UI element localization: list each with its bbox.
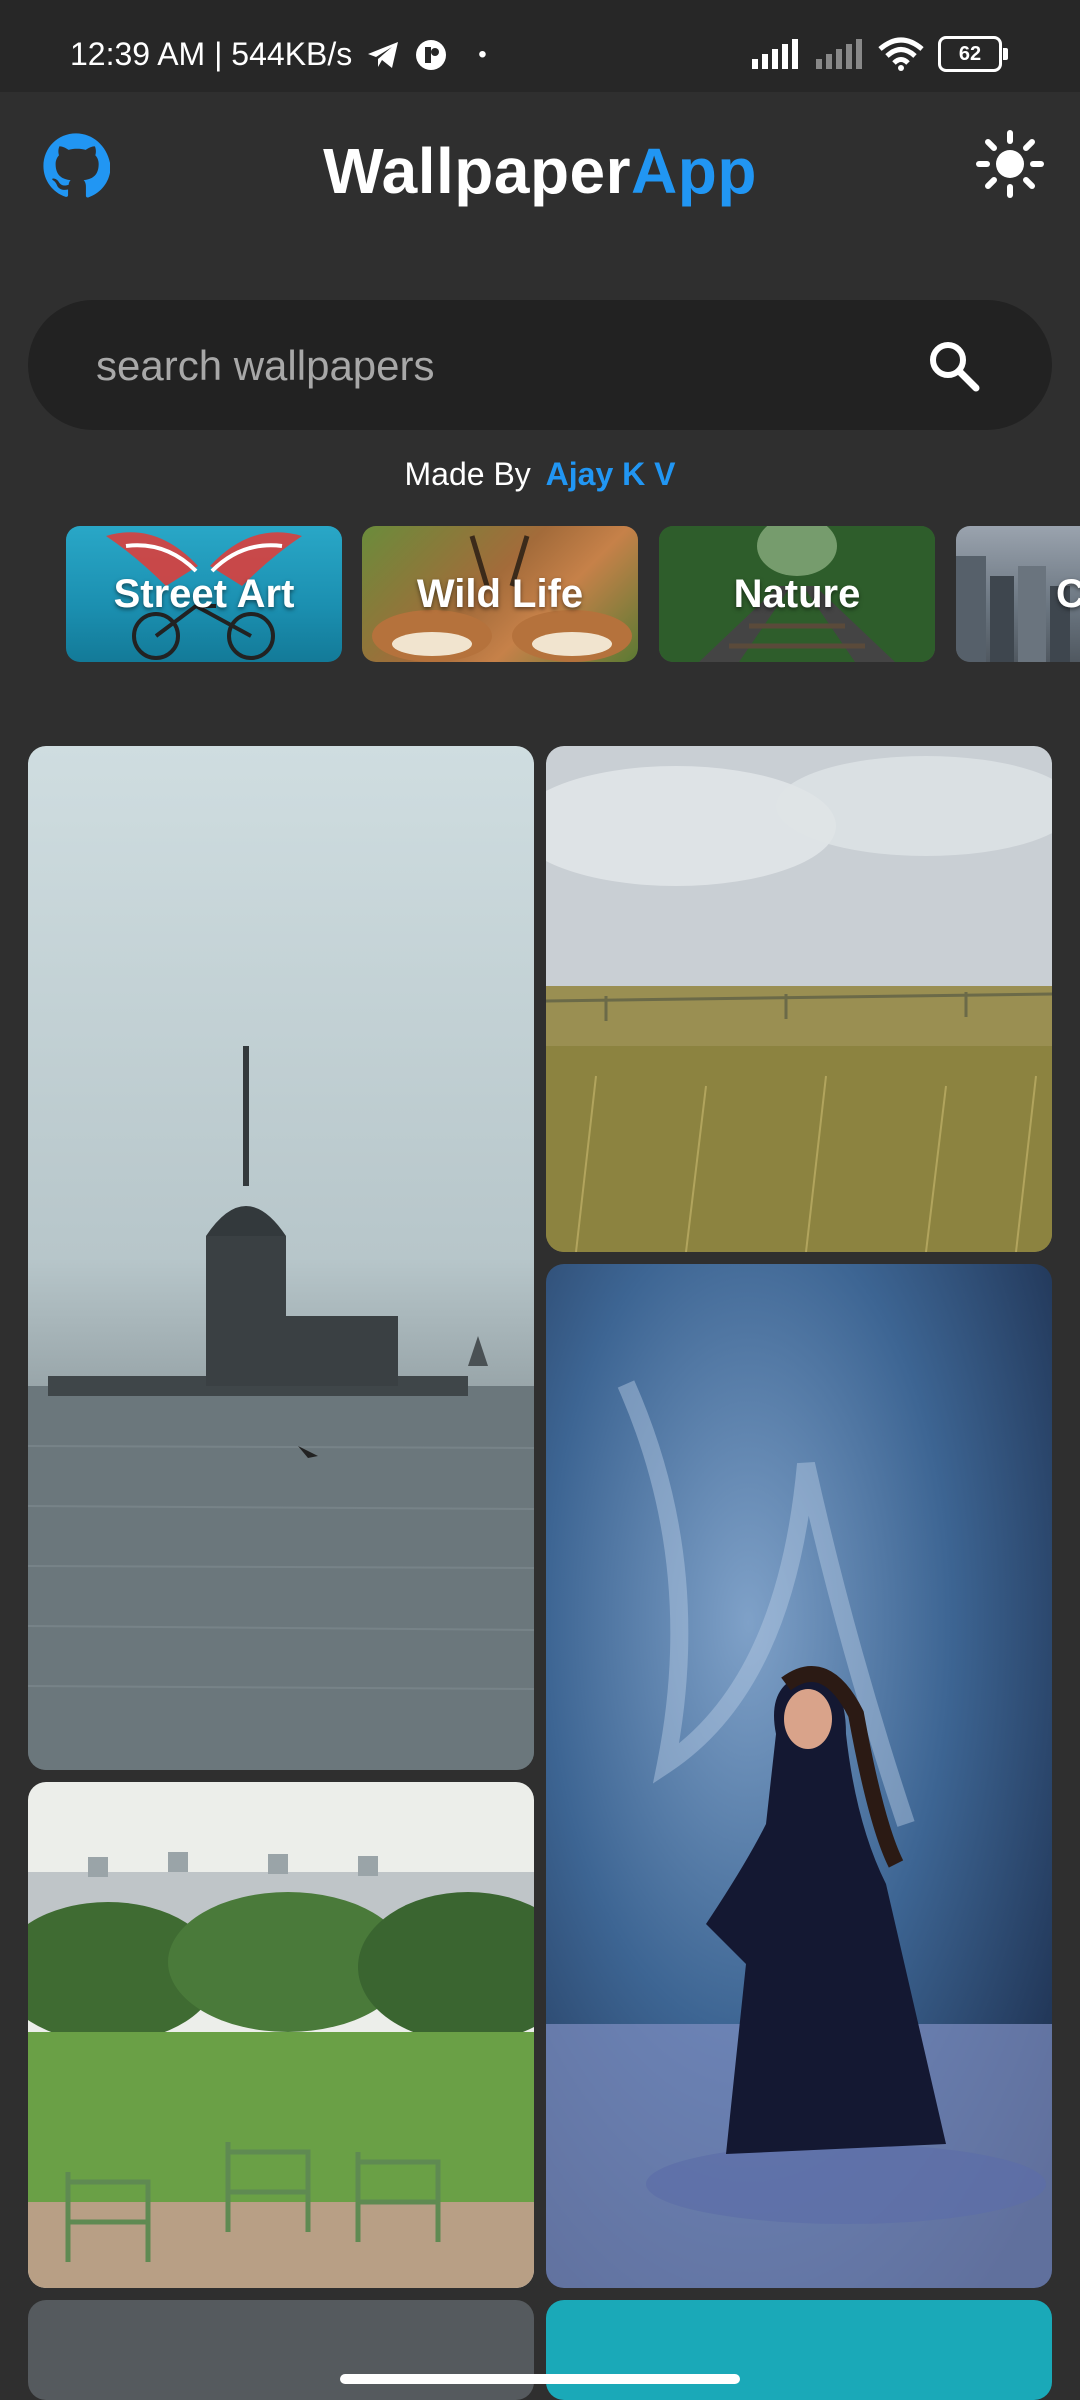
signal-weak-icon bbox=[816, 39, 862, 69]
search-icon[interactable] bbox=[926, 338, 982, 394]
status-time: 12:39 AM | 544KB/s bbox=[70, 36, 353, 72]
category-list: Street Art Wild Life Nature C bbox=[0, 526, 1080, 662]
app-title-accent: App bbox=[631, 135, 757, 207]
app-header: WallpaperApp bbox=[0, 92, 1080, 242]
category-city[interactable]: C bbox=[956, 526, 1080, 662]
wallpaper-tile-partial-right[interactable] bbox=[546, 2300, 1052, 2400]
category-label: Street Art bbox=[113, 571, 295, 616]
category-nature[interactable]: Nature bbox=[659, 526, 935, 662]
app-title-main: Wallpaper bbox=[323, 135, 632, 207]
category-label: C bbox=[1056, 571, 1080, 616]
wallpaper-tile-partial-left[interactable] bbox=[28, 2300, 534, 2400]
credit-prefix: Made By bbox=[404, 456, 531, 492]
wallpaper-tile-lighthouse[interactable] bbox=[28, 746, 534, 1770]
wallpaper-tile-field[interactable] bbox=[546, 746, 1052, 1252]
wallpaper-image bbox=[546, 1264, 1052, 2288]
search-input[interactable] bbox=[94, 334, 918, 398]
status-right: 62 bbox=[750, 36, 1008, 72]
category-label: Nature bbox=[733, 571, 861, 616]
wifi-icon bbox=[878, 37, 924, 71]
battery-icon: 62 bbox=[938, 36, 1008, 72]
category-label: Wild Life bbox=[416, 571, 584, 616]
status-bar: 12:39 AM | 544KB/s • 62 bbox=[0, 0, 1080, 92]
app-title: WallpaperApp bbox=[0, 134, 1080, 208]
wallpaper-image bbox=[546, 746, 1052, 1252]
credit-author[interactable]: Ajay K V bbox=[546, 456, 676, 492]
home-indicator[interactable] bbox=[340, 2374, 740, 2384]
signal-icon bbox=[752, 39, 798, 69]
app-notification-icon bbox=[416, 39, 447, 70]
status-left: 12:39 AM | 544KB/s • bbox=[70, 36, 487, 73]
battery-level: 62 bbox=[958, 42, 982, 65]
search-bar bbox=[28, 300, 1052, 430]
wallpaper-image bbox=[28, 1782, 534, 2288]
wallpaper-image bbox=[28, 746, 534, 1770]
sun-icon[interactable] bbox=[976, 130, 1044, 198]
wallpaper-tile-portrait[interactable] bbox=[546, 1264, 1052, 2288]
category-street-art[interactable]: Street Art bbox=[66, 526, 342, 662]
telegram-icon bbox=[368, 41, 399, 68]
status-dot: • bbox=[478, 40, 487, 68]
category-wild-life[interactable]: Wild Life bbox=[362, 526, 638, 662]
wallpaper-tile-park[interactable] bbox=[28, 1782, 534, 2288]
credit-line: Made By Ajay K V bbox=[0, 456, 1080, 493]
